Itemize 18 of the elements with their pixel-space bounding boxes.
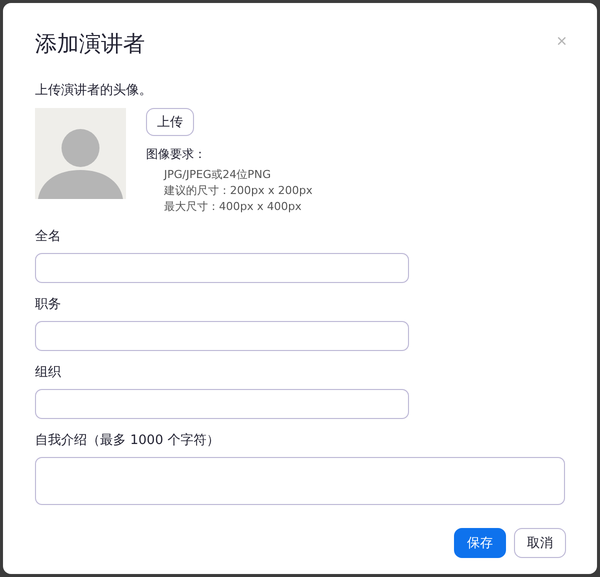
field-label: 职务	[35, 296, 62, 313]
upload-button[interactable]: 上传	[146, 108, 194, 136]
avatar-placeholder-icon	[35, 108, 126, 199]
requirement-text: 最大尺寸：400px x 400px	[164, 199, 302, 215]
input-field[interactable]	[35, 253, 409, 283]
input-field[interactable]	[35, 389, 409, 419]
field-label: 组织	[35, 364, 62, 381]
requirement-text: JPG/JPEG或24位PNG	[164, 167, 272, 183]
upload-prompt: 上传演讲者的头像。	[35, 82, 153, 99]
requirements-title: 图像要求：	[146, 146, 206, 163]
dialog-title: 添加演讲者	[35, 31, 145, 59]
requirement-text: 建议的尺寸：200px x 200px	[164, 183, 312, 199]
input-field[interactable]	[35, 457, 565, 505]
input-field[interactable]	[35, 321, 409, 351]
field-label: 全名	[35, 228, 62, 245]
field-label: 自我介绍（最多 1000 个字符）	[35, 432, 220, 449]
cancel-button[interactable]: 取消	[514, 528, 566, 558]
save-button[interactable]: 保存	[454, 528, 506, 558]
